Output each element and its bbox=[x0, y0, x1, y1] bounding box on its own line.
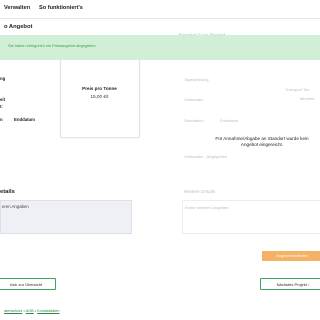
edit-offer-button[interactable]: Angebot bearbeiten bbox=[262, 251, 320, 261]
detail-label-3: t: bbox=[0, 104, 3, 109]
right-start-date-label: Startdatum bbox=[184, 118, 204, 123]
detail-label-1: ng bbox=[0, 76, 6, 81]
no-offer-notice: Für Annahme/Abgabe an Standort wurde kei… bbox=[215, 136, 309, 147]
nav-item-how-it-works[interactable]: So funktioniert's bbox=[39, 5, 83, 11]
available-delivered-label: Vorhanden - Abgegeben bbox=[184, 154, 228, 159]
right-more-details-text: Keine weiteren Angaben bbox=[185, 205, 229, 210]
back-to-overview-button[interactable]: rück zur Übersicht bbox=[0, 278, 56, 290]
footer-terms-link[interactable]: AGB bbox=[26, 309, 34, 313]
footer-privacy-link[interactable]: atenschutz bbox=[4, 309, 22, 313]
footer-separator-2: • bbox=[34, 309, 37, 313]
more-details-text: eren Angaben bbox=[2, 204, 29, 209]
footer-separator-1: • bbox=[23, 309, 25, 313]
minimum-label: Mindest bbox=[300, 96, 315, 101]
detail-label-2: eit bbox=[0, 97, 6, 102]
price-card-title: Preis pro Tonne bbox=[82, 86, 117, 91]
right-more-details-heading: Weitere Details bbox=[184, 189, 216, 194]
start-date-label: n bbox=[0, 117, 3, 122]
nav-divider bbox=[0, 18, 320, 19]
footer-links: atenschutz • AGB • Kontaktdaten bbox=[4, 309, 60, 313]
right-end-date-label: Enddatum bbox=[220, 118, 239, 123]
page-title: o Angebot bbox=[4, 24, 33, 30]
more-details-heading: etails bbox=[0, 189, 15, 195]
available-label: Vorhanden bbox=[184, 97, 204, 102]
transport-label: Transport Ton bbox=[285, 87, 310, 92]
daily-capacity-label: Tagesleistung bbox=[184, 77, 209, 82]
nav-item-verwalten[interactable]: Verwalten bbox=[4, 5, 30, 11]
next-project-button[interactable]: Nächstes Projekt › bbox=[260, 278, 320, 290]
end-date-label: Enddatum bbox=[14, 117, 36, 122]
success-toast-message: Sie haben erfolgreich ein Preisangebot a… bbox=[8, 43, 96, 48]
footer-contact-link[interactable]: Kontaktdaten bbox=[37, 309, 59, 313]
price-card-value: 15,00 €/t bbox=[90, 94, 109, 99]
